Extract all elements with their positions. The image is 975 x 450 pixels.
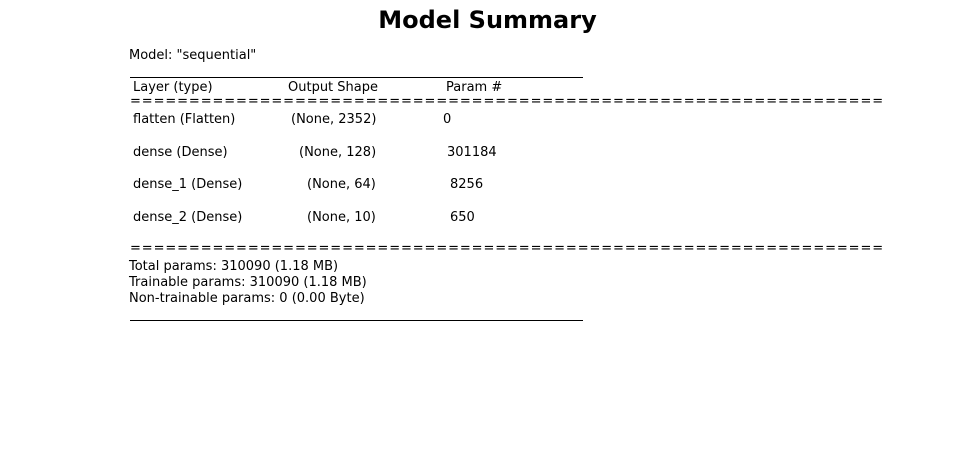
row-output-shape: (None, 64) (307, 177, 376, 192)
row-layer: flatten (Flatten) (133, 112, 236, 127)
row-output-shape: (None, 10) (307, 210, 376, 225)
trainable-params: Trainable params: 310090 (1.18 MB) (129, 275, 367, 290)
header-param-count: Param # (446, 80, 503, 95)
row-param-count: 8256 (450, 177, 484, 192)
footer-separator: ========================================… (130, 241, 885, 256)
header-layer: Layer (type) (133, 80, 213, 95)
bottom-rule (130, 320, 583, 321)
non-trainable-params: Non-trainable params: 0 (0.00 Byte) (129, 291, 365, 306)
top-rule (130, 77, 583, 78)
total-params: Total params: 310090 (1.18 MB) (129, 259, 339, 274)
header-output-shape: Output Shape (288, 80, 378, 95)
header-separator: ========================================… (130, 94, 885, 109)
row-output-shape: (None, 2352) (291, 112, 377, 127)
row-param-count: 0 (443, 112, 452, 127)
summary-title: Model Summary (378, 6, 597, 34)
model-name: Model: "sequential" (129, 48, 257, 63)
row-layer: dense_1 (Dense) (133, 177, 243, 192)
row-layer: dense_2 (Dense) (133, 210, 243, 225)
row-output-shape: (None, 128) (299, 145, 377, 160)
row-param-count: 301184 (447, 145, 497, 160)
row-layer: dense (Dense) (133, 145, 228, 160)
row-param-count: 650 (450, 210, 475, 225)
